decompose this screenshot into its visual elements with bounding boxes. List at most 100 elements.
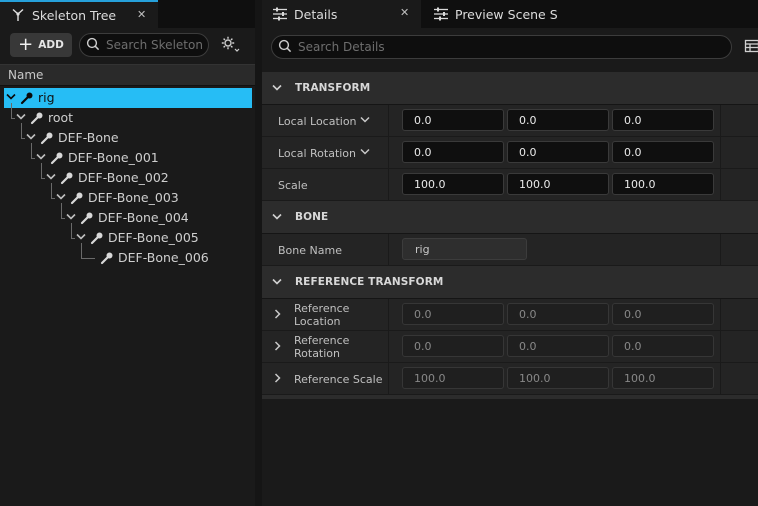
property-row-bone-name: Bone Name rig [262,234,758,266]
tree-row-label: root [48,110,74,125]
tree-row[interactable]: DEF-Bone [0,123,255,148]
tree-row[interactable]: DEF-Bone_006 [0,243,255,268]
tab-label: Skeleton Tree [32,7,117,23]
chevron-right-icon[interactable] [274,308,282,322]
reference-location-y-field: 0.0 [507,303,609,325]
close-icon[interactable]: ✕ [400,6,409,19]
skeleton-tree-icon [10,7,26,23]
gear-icon [220,35,240,56]
chevron-right-icon[interactable] [274,372,282,386]
tree-row[interactable]: DEF-Bone_005 [0,223,255,248]
local-rotation-x-field[interactable]: 0.0 [402,141,504,163]
skeleton-search-input[interactable] [100,38,208,52]
property-list: TRANSFORM Local Location 0.0 0.0 0.0 Loc… [262,72,758,399]
add-button[interactable]: + ADD [10,33,72,57]
tab-label: Preview Scene Settings [455,6,558,22]
plus-icon: + [18,34,34,55]
search-icon [86,37,100,54]
category-title: TRANSFORM [295,82,371,94]
tab-preview-scene-settings[interactable]: Preview Scene Settings [423,0,558,28]
tree-row-label: DEF-Bone_001 [68,150,159,165]
reference-rotation-y-field: 0.0 [507,335,609,357]
search-icon [278,39,292,56]
column-header-name: Name [8,68,44,82]
table-view-icon[interactable] [744,38,758,54]
left-tab-bar: Skeleton Tree ✕ [0,0,255,28]
local-location-y-field[interactable]: 0.0 [507,109,609,131]
tab-skeleton-tree[interactable]: Skeleton Tree ✕ [0,0,158,28]
tree-column-header[interactable]: Name [0,64,255,86]
tree-row-label: DEF-Bone_003 [88,190,179,205]
bone-icon [90,231,104,245]
tree-row-label: DEF-Bone_004 [98,210,189,225]
property-row-reference-location: Reference Location 0.0 0.0 0.0 [262,299,758,331]
bone-icon [40,131,54,145]
chevron-down-icon[interactable] [66,211,76,223]
reference-location-x-field: 0.0 [402,303,504,325]
chevron-down-icon[interactable] [36,151,46,163]
tree-row-label: DEF-Bone_005 [108,230,199,245]
chevron-down-icon[interactable] [360,116,370,127]
chevron-down-icon[interactable] [56,191,66,203]
local-location-z-field[interactable]: 0.0 [612,109,714,131]
right-tab-bar: Details ✕ Preview Scene Settings [262,0,758,28]
property-row-reference-scale: Reference Scale 100.0 100.0 100.0 [262,363,758,395]
tree-row[interactable]: DEF-Bone_002 [0,163,255,188]
local-location-x-field[interactable]: 0.0 [402,109,504,131]
skeleton-search-box[interactable] [79,33,209,57]
bone-icon [100,251,114,265]
bone-icon [30,111,44,125]
property-row-reference-rotation: Reference Rotation 0.0 0.0 0.0 [262,331,758,363]
tree-row[interactable]: DEF-Bone_004 [0,203,255,228]
chevron-down-icon[interactable] [16,111,26,123]
details-panel: Details ✕ Preview Scene Settings TRANSFO… [262,0,758,506]
chevron-down-icon[interactable] [76,231,86,243]
add-label: ADD [38,39,64,51]
category-bone[interactable]: BONE [262,201,758,234]
skeleton-tree-panel: Skeleton Tree ✕ + ADD Name rig root DEF-Bo… [0,0,255,506]
tree-row[interactable]: rig [4,88,252,108]
local-rotation-y-field[interactable]: 0.0 [507,141,609,163]
category-reference-transform[interactable]: REFERENCE TRANSFORM [262,266,758,299]
tree-row[interactable]: root [0,103,255,128]
tree-row-label: DEF-Bone_006 [118,250,209,265]
tab-label: Details [294,6,338,22]
chevron-down-icon[interactable] [6,91,16,103]
scale-x-field[interactable]: 100.0 [402,173,504,195]
tab-details[interactable]: Details ✕ [262,0,421,28]
bone-tree: rig root DEF-Bone DEF-Bone_001 DEF-Bone_002 D… [0,88,255,268]
details-search-input[interactable] [292,40,731,54]
property-row-scale: Scale 100.0 100.0 100.0 [262,169,758,201]
chevron-down-icon [272,213,284,221]
bone-icon [80,211,94,225]
property-label: Local Location [278,114,357,128]
bone-name-field: rig [402,238,527,260]
tree-row[interactable]: DEF-Bone_003 [0,183,255,208]
chevron-down-icon[interactable] [360,148,370,159]
chevron-down-icon[interactable] [26,131,36,143]
bone-icon [50,151,64,165]
chevron-down-icon [272,278,284,286]
scale-y-field[interactable]: 100.0 [507,173,609,195]
tree-row-label: DEF-Bone [58,130,119,145]
local-rotation-z-field[interactable]: 0.0 [612,141,714,163]
skeleton-toolbar: + ADD [0,30,255,60]
chevron-right-icon[interactable] [274,340,282,354]
property-label: Reference Rotation [294,334,350,360]
property-label: Reference Scale [294,372,383,386]
close-icon[interactable]: ✕ [137,8,146,21]
details-search-box[interactable] [271,35,732,59]
property-row-local-location: Local Location 0.0 0.0 0.0 [262,105,758,137]
settings-button[interactable] [218,35,242,55]
scale-z-field[interactable]: 100.0 [612,173,714,195]
property-row-local-rotation: Local Rotation 0.0 0.0 0.0 [262,137,758,169]
category-transform[interactable]: TRANSFORM [262,72,758,105]
reference-rotation-x-field: 0.0 [402,335,504,357]
property-label: Bone Name [278,243,342,257]
property-label: Reference Location [294,302,350,328]
tree-row[interactable]: DEF-Bone_001 [0,143,255,168]
reference-scale-x-field: 100.0 [402,367,504,389]
chevron-down-icon[interactable] [46,171,56,183]
category-title: BONE [295,211,329,223]
property-label: Scale [278,178,308,192]
